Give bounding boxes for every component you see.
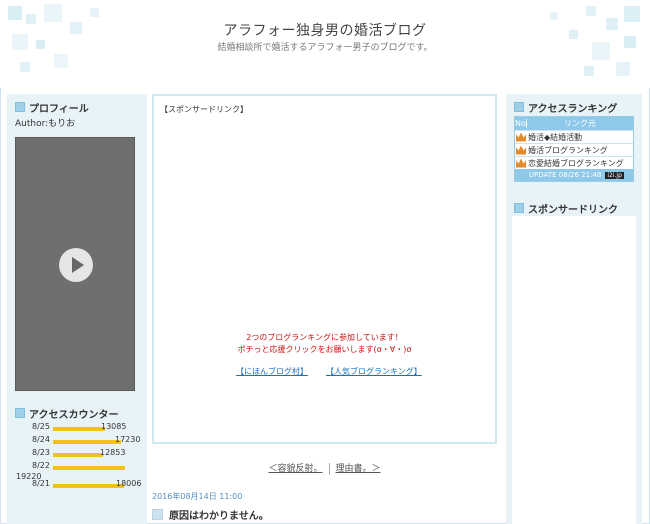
sponsor-heading-right: スポンサードリンク bbox=[506, 199, 642, 217]
heading-square-icon bbox=[514, 203, 524, 213]
ranking-table-header: No リンク元 bbox=[515, 117, 633, 130]
heading-square-icon bbox=[15, 408, 25, 418]
ranking-row[interactable]: 婚活ブログランキング bbox=[515, 143, 633, 156]
access-ranking-heading: アクセスランキング bbox=[506, 98, 642, 116]
site-title[interactable]: アラフォー独身男の婚活ブログ bbox=[0, 20, 650, 40]
ranking-row-label[interactable]: 婚活ブログランキング bbox=[528, 145, 608, 156]
sponsor-label: 【スポンサードリンク】 bbox=[160, 105, 248, 114]
counter-bar bbox=[53, 466, 125, 470]
ranking-row-label[interactable]: 婚活◆結婚活動 bbox=[528, 132, 582, 143]
i2i-badge[interactable]: i2i.jp bbox=[605, 171, 624, 179]
counter-bar bbox=[53, 453, 103, 457]
ranking-update-text: UPDATE 08/26 21:48 bbox=[529, 171, 602, 179]
ninki-blog-ranking-link[interactable]: 【人気ブログランキング】 bbox=[326, 366, 422, 377]
counter-date: 8/23 bbox=[32, 448, 50, 457]
access-counter-heading: アクセスカウンター bbox=[7, 404, 147, 422]
counter-value: 18006 bbox=[116, 479, 142, 488]
counter-row: 8/25 13085 bbox=[7, 422, 147, 435]
heading-square-icon bbox=[514, 102, 524, 112]
counter-row: 8/22 19220 bbox=[7, 461, 147, 481]
pager-divider bbox=[328, 462, 330, 475]
counter-date: 8/21 bbox=[32, 479, 50, 488]
ranking-promo-line1: 2つのブログランキングに参加しています！ bbox=[246, 333, 403, 342]
ranking-update-footer: UPDATE 08/26 21:48 i2i.jp bbox=[515, 169, 633, 181]
profile-heading: プロフィール bbox=[7, 98, 147, 116]
access-counter: 8/25 13085 8/24 17230 8/23 12853 8/22 19… bbox=[7, 422, 147, 492]
nihon-blogmura-link[interactable]: 【にほんブログ村】 bbox=[236, 366, 308, 377]
play-icon[interactable] bbox=[59, 248, 93, 282]
post-title-text[interactable]: 原因はわかりません。 bbox=[169, 507, 269, 522]
crown-icon bbox=[516, 132, 526, 142]
counter-date: 8/22 bbox=[32, 461, 50, 470]
access-counter-heading-label: アクセスカウンター bbox=[29, 409, 119, 421]
crown-icon bbox=[516, 158, 526, 168]
counter-value: 17230 bbox=[115, 435, 141, 444]
sponsor-heading-right-label: スポンサードリンク bbox=[528, 204, 618, 216]
counter-bar bbox=[53, 440, 121, 444]
profile-heading-label: プロフィール bbox=[29, 103, 89, 115]
right-sidebar: アクセスランキング No リンク元 婚活◆結婚活動 婚活ブログランキング 恋愛結… bbox=[506, 94, 642, 524]
counter-date: 8/25 bbox=[32, 422, 50, 431]
counter-bar bbox=[53, 427, 105, 431]
post-title[interactable]: 原因はわかりません。 bbox=[152, 507, 269, 522]
left-sidebar: プロフィール Author:もりお アクセスカウンター 8/25 13085 8… bbox=[7, 94, 147, 524]
access-ranking-heading-label: アクセスランキング bbox=[528, 103, 618, 115]
ranking-row[interactable]: 恋愛結婚ブログランキング bbox=[515, 156, 633, 169]
counter-value: 13085 bbox=[101, 422, 127, 431]
counter-date: 8/24 bbox=[32, 435, 50, 444]
post-date: 2016年08月14日 11:00 bbox=[152, 492, 243, 501]
counter-value: 12853 bbox=[100, 448, 126, 457]
counter-row: 8/21 18006 bbox=[7, 479, 147, 492]
ranking-row-label[interactable]: 恋愛結婚ブログランキング bbox=[528, 158, 624, 169]
prev-post-link[interactable]: ＜容貌反射。 bbox=[268, 464, 322, 474]
post-title-square-icon bbox=[152, 509, 163, 520]
crown-icon bbox=[516, 145, 526, 155]
profile-video[interactable] bbox=[15, 137, 135, 391]
sponsor-area: 【スポンサードリンク】 2つのブログランキングに参加しています！ ポチっと応援ク… bbox=[152, 94, 497, 444]
author-label: Author:もりお bbox=[15, 119, 76, 129]
ranking-promo-line2: ポチっと応援クリックをお願いします(σ・∀・)σ bbox=[237, 345, 412, 354]
ranking-header-link: リンク元 bbox=[564, 119, 596, 128]
counter-bar bbox=[53, 484, 124, 488]
access-ranking-table: No リンク元 婚活◆結婚活動 婚活ブログランキング 恋愛結婚ブログランキング … bbox=[514, 116, 634, 182]
counter-row: 8/24 17230 bbox=[7, 435, 147, 448]
next-post-link[interactable]: 理由書。＞ bbox=[336, 464, 381, 474]
heading-square-icon bbox=[15, 102, 25, 112]
post-pager: ＜容貌反射。 理由書。＞ bbox=[152, 461, 497, 475]
counter-row: 8/23 12853 bbox=[7, 448, 147, 461]
site-subtitle: 結婚相談所で婚活するアラフォー男子のブログです。 bbox=[217, 43, 433, 53]
ranking-header-no: No bbox=[515, 119, 527, 128]
site-header: アラフォー独身男の婚活ブログ 結婚相談所で婚活するアラフォー男子のブログです。 bbox=[0, 0, 650, 88]
ranking-row[interactable]: 婚活◆結婚活動 bbox=[515, 130, 633, 143]
sponsor-ad-box-right bbox=[512, 216, 636, 524]
